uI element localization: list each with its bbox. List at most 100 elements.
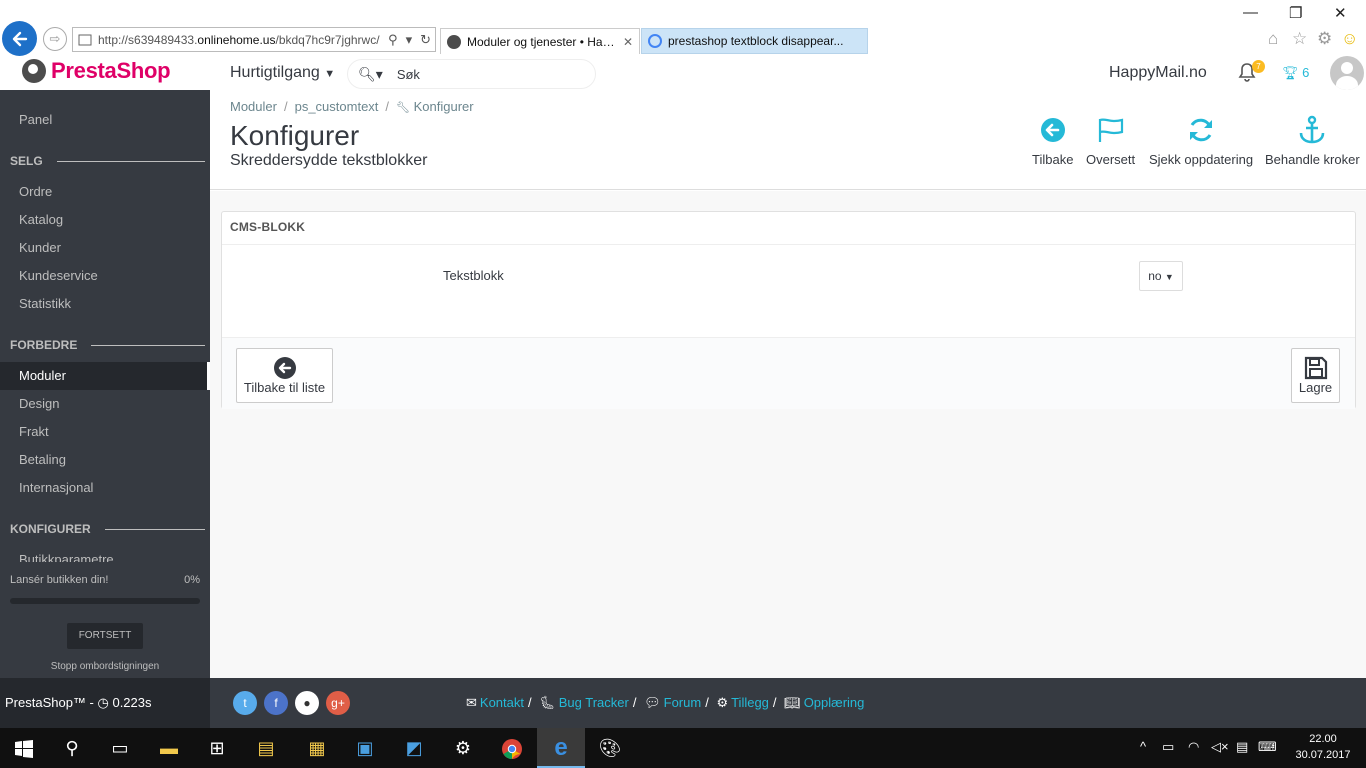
language-dropdown[interactable]: no ▼ bbox=[1139, 261, 1183, 291]
footer-link-addons[interactable]: Tillegg bbox=[731, 695, 769, 710]
refresh-icon[interactable]: ↻ bbox=[420, 32, 431, 48]
onboarding-text: Lansér butikken din! bbox=[10, 574, 109, 586]
battery-icon[interactable]: ▭ bbox=[1162, 739, 1174, 755]
volume-icon[interactable]: ◁× bbox=[1211, 739, 1229, 755]
browser-tab-active[interactable]: Moduler og tjenester • Hap... ✕ bbox=[440, 28, 640, 54]
toolbar-label: Sjekk oppdatering bbox=[1149, 152, 1254, 167]
search-icon[interactable]: ⚲︎ bbox=[48, 728, 96, 768]
sidebar-section-selg: SELG bbox=[10, 154, 205, 168]
footer-link-forum[interactable]: Forum bbox=[664, 695, 702, 710]
shop-name-link[interactable]: HappyMail.no bbox=[1109, 64, 1207, 82]
network-app-icon[interactable]: ◩ bbox=[390, 728, 438, 768]
twitter-icon[interactable]: t bbox=[233, 691, 257, 715]
wifi-icon[interactable]: ◠ bbox=[1188, 739, 1199, 755]
smiley-feedback-icon[interactable]: ☺ bbox=[1341, 29, 1358, 49]
sidebar-item-design[interactable]: Design bbox=[0, 390, 210, 418]
close-tab-icon[interactable]: ✕ bbox=[623, 35, 633, 49]
favorites-star-icon[interactable]: ☆ bbox=[1292, 29, 1307, 49]
trophy-badge[interactable]: 🏆︎ 6 bbox=[1282, 65, 1309, 81]
task-view-icon[interactable]: ▭ bbox=[96, 728, 144, 768]
employee-avatar[interactable] bbox=[1330, 56, 1364, 90]
trophy-icon: 🏆︎ bbox=[1282, 65, 1299, 80]
sidebar-item-kunder[interactable]: Kunder bbox=[0, 234, 210, 262]
panel-divider bbox=[222, 244, 1355, 245]
sidebar-item-moduler[interactable]: Moduler bbox=[0, 362, 210, 390]
refresh-icon bbox=[1149, 112, 1253, 144]
back-to-list-button[interactable]: Tilbake til liste bbox=[236, 348, 333, 403]
quick-access-dropdown[interactable]: Hurtigtilgang ▼ bbox=[230, 64, 335, 82]
app-icon[interactable]: ▣ bbox=[341, 728, 389, 768]
render-time: 0.223s bbox=[112, 695, 152, 710]
browser-tab-google[interactable]: prestashop textblock disappear... bbox=[641, 28, 868, 54]
sidebar-item-internasjonal[interactable]: Internasjonal bbox=[0, 474, 210, 502]
search-icon[interactable]: 🔍︎▾ bbox=[358, 66, 383, 83]
onboarding-stop-link[interactable]: Stopp ombordstigningen bbox=[0, 661, 210, 672]
github-icon[interactable]: ● bbox=[295, 691, 319, 715]
sidebar-item-panel[interactable]: Panel bbox=[0, 106, 210, 134]
paint-icon[interactable]: 🎨︎ bbox=[586, 728, 634, 768]
store-icon[interactable]: ⊞ bbox=[193, 728, 241, 768]
windows-start-icon[interactable] bbox=[0, 728, 48, 768]
file-explorer-icon[interactable]: ▬ bbox=[145, 728, 193, 768]
onboarding-percent: 0% bbox=[184, 574, 200, 586]
chrome-icon[interactable] bbox=[488, 728, 536, 768]
address-dropdown-icon[interactable]: ▾ bbox=[406, 32, 413, 48]
sidebar-item-kundeservice[interactable]: Kundeservice bbox=[0, 262, 210, 290]
notification-badge: 7 bbox=[1252, 60, 1265, 73]
keyboard-icon[interactable]: ⌨ bbox=[1258, 739, 1277, 755]
address-search-icon[interactable]: ⚲ bbox=[388, 32, 398, 48]
save-button-label: Lagre bbox=[1298, 380, 1333, 396]
tab-label: prestashop textblock disappear... bbox=[668, 34, 844, 48]
tab-label: Moduler og tjenester • Hap... bbox=[467, 34, 617, 49]
minimize-icon[interactable]: — bbox=[1243, 4, 1258, 21]
toolbar-manage-hooks-button[interactable]: Behandle kroker bbox=[1265, 112, 1360, 167]
settings-gear-icon[interactable]: ⚙ bbox=[439, 728, 487, 768]
sidebar-item-frakt[interactable]: Frakt bbox=[0, 418, 210, 446]
prestashop-logo[interactable]: PrestaShop bbox=[22, 58, 171, 84]
header-search[interactable]: 🔍︎▾ Søk bbox=[347, 59, 596, 89]
sidebar-item-ordre[interactable]: Ordre bbox=[0, 178, 210, 206]
internet-explorer-icon[interactable]: e bbox=[537, 728, 585, 768]
breadcrumb-module[interactable]: ps_customtext bbox=[295, 99, 379, 114]
save-button[interactable]: Lagre bbox=[1291, 348, 1340, 403]
sidebar-item-katalog[interactable]: Katalog bbox=[0, 206, 210, 234]
toolbar-label: Tilbake bbox=[1032, 152, 1074, 167]
breadcrumb-current: Konfigurer bbox=[413, 99, 474, 114]
clock-time: 22.00 bbox=[1309, 733, 1337, 745]
browser-forward-button[interactable]: ⇨ bbox=[43, 27, 67, 51]
trophy-count: 6 bbox=[1302, 65, 1310, 80]
browser-back-button[interactable] bbox=[2, 21, 37, 56]
version-info: PrestaShop™ - ◷︎ 0.223s bbox=[0, 678, 210, 728]
folder-icon[interactable]: ▦ bbox=[293, 728, 341, 768]
footer-link-bug-tracker[interactable]: Bug Tracker bbox=[559, 695, 629, 710]
facebook-icon[interactable]: f bbox=[264, 691, 288, 715]
version-label: PrestaShop™ - bbox=[5, 695, 98, 710]
footer-link-training[interactable]: Opplæring bbox=[804, 695, 865, 710]
caret-down-icon: ▼ bbox=[324, 68, 336, 80]
toolbar-back-button[interactable]: Tilbake bbox=[1032, 112, 1073, 167]
onboarding-continue-button[interactable]: FORTSETT bbox=[67, 623, 143, 649]
settings-gear-icon[interactable]: ⚙ bbox=[1317, 29, 1332, 49]
home-icon[interactable]: ⌂ bbox=[1268, 29, 1278, 49]
tray-chevron-icon[interactable]: ^ bbox=[1140, 739, 1146, 754]
browser-chrome: ⇨ http://s639489433.onlinehome.us/bkdq7h… bbox=[0, 0, 1366, 56]
footer-link-contact[interactable]: Kontakt bbox=[480, 695, 524, 710]
action-center-icon[interactable]: ▤ bbox=[1236, 739, 1248, 755]
envelope-icon: ✉ bbox=[466, 695, 477, 710]
search-input[interactable]: Søk bbox=[397, 67, 420, 82]
folder-icon[interactable]: ▤ bbox=[242, 728, 290, 768]
sidebar-item-betaling[interactable]: Betaling bbox=[0, 446, 210, 474]
google-plus-icon[interactable]: g+ bbox=[326, 691, 350, 715]
textblock-label: Tekstblokk bbox=[443, 268, 504, 283]
notifications-bell-icon[interactable]: 7 bbox=[1238, 60, 1265, 87]
system-clock[interactable]: 22.00 30.07.2017 bbox=[1290, 731, 1356, 763]
sidebar-item-statistikk[interactable]: Statistikk bbox=[0, 290, 210, 318]
close-window-icon[interactable]: ✕ bbox=[1334, 4, 1347, 22]
restore-icon[interactable]: ❐ bbox=[1289, 4, 1302, 22]
toolbar-translate-button[interactable]: Oversett bbox=[1086, 112, 1135, 167]
toolbar-check-update-button[interactable]: Sjekk oppdatering bbox=[1149, 112, 1253, 167]
breadcrumb-moduler[interactable]: Moduler bbox=[230, 99, 277, 114]
panel-footer: Tilbake til liste Lagre bbox=[222, 337, 1355, 409]
clock-date: 30.07.2017 bbox=[1295, 749, 1351, 761]
address-bar[interactable]: http://s639489433.onlinehome.us/bkdq7hc9… bbox=[72, 27, 436, 52]
